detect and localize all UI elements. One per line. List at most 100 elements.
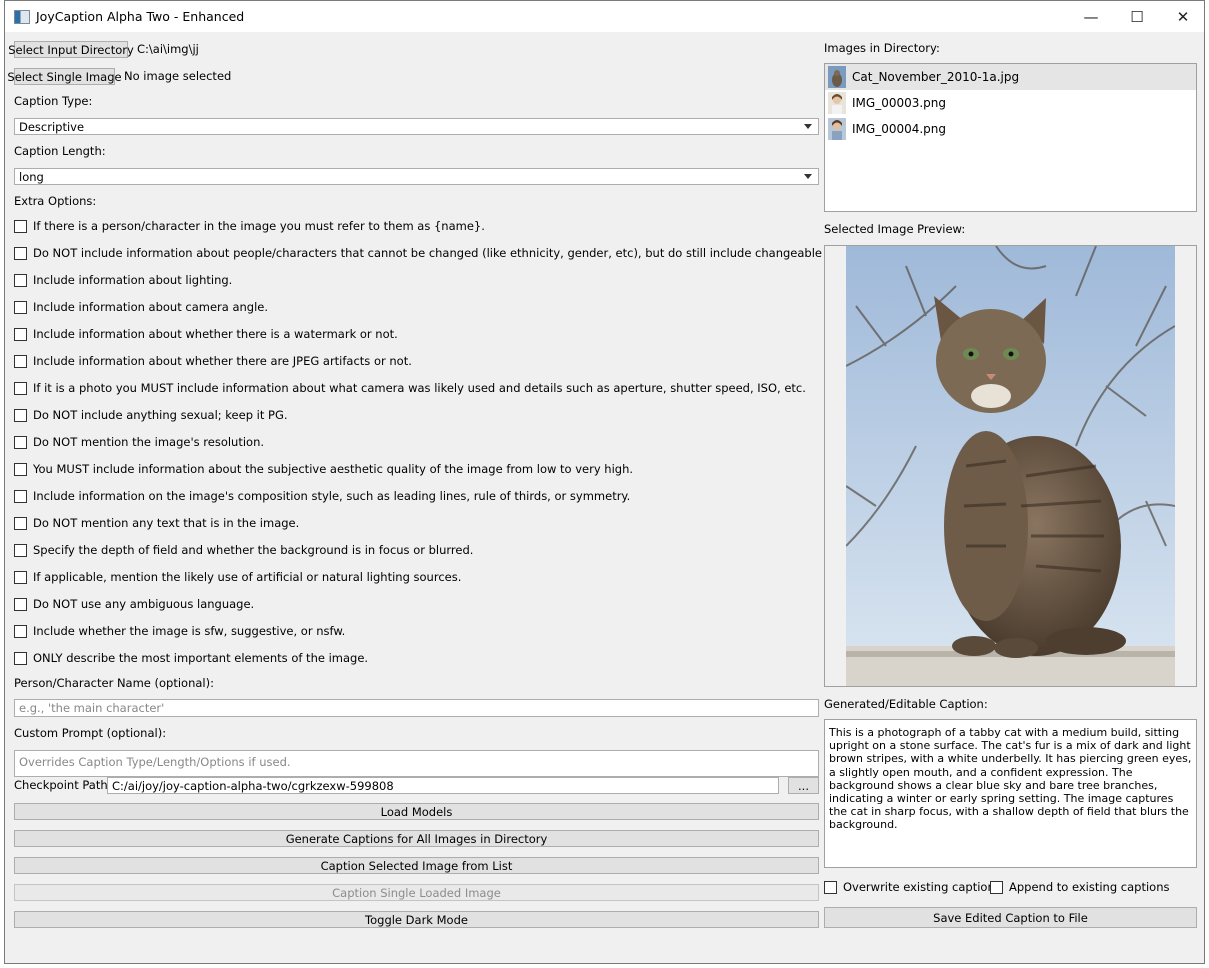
checkbox[interactable] [14, 273, 27, 287]
extra-option-12[interactable]: Specify the depth of field and whether t… [14, 541, 473, 559]
list-item[interactable]: IMG_00003.png [825, 90, 1196, 116]
minimize-icon[interactable]: — [1068, 1, 1114, 32]
app-window: JoyCaption Alpha Two - Enhanced — ☐ ✕ Se… [4, 0, 1205, 964]
caption-type-label: Caption Type: [14, 94, 93, 108]
toggle-dark-mode-button[interactable]: Toggle Dark Mode [14, 911, 819, 928]
maximize-icon[interactable]: ☐ [1114, 1, 1160, 32]
chevron-down-icon [804, 124, 812, 129]
extra-option-11[interactable]: Do NOT mention any text that is in the i… [14, 514, 299, 532]
caption-length-label: Caption Length: [14, 144, 106, 158]
caption-type-select[interactable]: Descriptive [14, 118, 819, 135]
option-label: If there is a person/character in the im… [33, 219, 485, 233]
browse-checkpoint-button[interactable]: ... [788, 777, 819, 794]
extra-option-15[interactable]: Include whether the image is sfw, sugges… [14, 622, 345, 640]
extra-option-0[interactable]: If there is a person/character in the im… [14, 217, 485, 235]
image-file-list[interactable]: Cat_November_2010-1a.jpg IMG_00003.png I… [824, 63, 1197, 212]
caption-selected-image-button[interactable]: Caption Selected Image from List [14, 857, 819, 874]
caption-single-image-button[interactable]: Caption Single Loaded Image [14, 884, 819, 901]
extra-option-13[interactable]: If applicable, mention the likely use of… [14, 568, 461, 586]
checkbox[interactable] [14, 354, 27, 368]
extra-option-4[interactable]: Include information about whether there … [14, 325, 398, 343]
overwrite-label: Overwrite existing captions [843, 880, 1001, 894]
select-single-image-button[interactable]: Select Single Image [7, 68, 122, 85]
extra-option-2[interactable]: Include information about lighting. [14, 271, 232, 289]
checkbox[interactable] [14, 543, 27, 557]
title-bar[interactable]: JoyCaption Alpha Two - Enhanced — ☐ ✕ [5, 1, 1204, 32]
close-icon[interactable]: ✕ [1160, 1, 1206, 32]
caption-textarea[interactable]: This is a photograph of a tabby cat with… [824, 719, 1197, 868]
option-label: Include information on the image's compo… [33, 489, 631, 503]
option-label: If it is a photo you MUST include inform… [33, 381, 806, 395]
caption-length-select[interactable]: long [14, 168, 819, 185]
checkbox[interactable] [14, 300, 27, 314]
file-name: IMG_00004.png [852, 122, 947, 136]
checkpoint-path-input[interactable]: C:/ai/joy/joy-caption-alpha-two/cgrkzexw… [107, 777, 779, 794]
extra-option-7[interactable]: Do NOT include anything sexual; keep it … [14, 406, 288, 424]
checkbox[interactable] [14, 435, 27, 449]
person-name-input[interactable]: e.g., 'the main character' [14, 699, 819, 717]
caption-length-value: long [19, 169, 44, 184]
list-item[interactable]: IMG_00004.png [825, 116, 1196, 142]
extra-option-9[interactable]: You MUST include information about the s… [14, 460, 633, 478]
checkbox[interactable] [14, 651, 27, 665]
app-icon [14, 9, 30, 24]
option-label: Include information about camera angle. [33, 300, 269, 314]
image-preview [824, 245, 1197, 687]
overwrite-captions-option[interactable]: Overwrite existing captions [824, 878, 1001, 896]
extra-option-10[interactable]: Include information on the image's compo… [14, 487, 630, 505]
images-in-directory-label: Images in Directory: [824, 41, 940, 55]
checkbox[interactable] [14, 327, 27, 341]
option-label: Do NOT mention the image's resolution. [33, 435, 265, 449]
extra-option-6[interactable]: If it is a photo you MUST include inform… [14, 379, 806, 397]
checkbox[interactable] [990, 880, 1003, 894]
extra-option-16[interactable]: ONLY describe the most important element… [14, 649, 368, 667]
custom-prompt-input[interactable]: Overrides Caption Type/Length/Options if… [14, 750, 819, 777]
caption-type-value: Descriptive [19, 119, 85, 134]
checkpoint-path-value: C:/ai/joy/joy-caption-alpha-two/cgrkzexw… [112, 778, 394, 793]
append-label: Append to existing captions [1009, 880, 1170, 894]
portrait-thumbnail-icon [828, 118, 846, 140]
input-directory-path: C:\ai\img\jj [137, 42, 199, 56]
checkpoint-path-label: Checkpoint Path: [14, 778, 112, 792]
portrait-thumbnail-icon [828, 92, 846, 114]
checkbox[interactable] [14, 489, 27, 503]
checkbox[interactable] [14, 246, 27, 260]
option-label: Specify the depth of field and whether t… [33, 543, 474, 557]
cat-thumbnail-icon [828, 66, 846, 88]
generate-all-captions-button[interactable]: Generate Captions for All Images in Dire… [14, 830, 819, 847]
checkbox[interactable] [824, 880, 837, 894]
extra-option-5[interactable]: Include information about whether there … [14, 352, 412, 370]
extra-option-14[interactable]: Do NOT use any ambiguous language. [14, 595, 254, 613]
extra-options-label: Extra Options: [14, 194, 97, 208]
caption-label: Generated/Editable Caption: [824, 697, 988, 711]
option-label: Include information about whether there … [33, 327, 398, 341]
window-title: JoyCaption Alpha Two - Enhanced [36, 9, 245, 24]
checkbox[interactable] [14, 570, 27, 584]
custom-prompt-placeholder: Overrides Caption Type/Length/Options if… [19, 755, 291, 769]
option-label: Include whether the image is sfw, sugges… [33, 624, 346, 638]
save-caption-button[interactable]: Save Edited Caption to File [824, 907, 1197, 928]
extra-option-3[interactable]: Include information about camera angle. [14, 298, 268, 316]
list-item[interactable]: Cat_November_2010-1a.jpg [825, 64, 1196, 90]
option-label: ONLY describe the most important element… [33, 651, 369, 665]
load-models-button[interactable]: Load Models [14, 803, 819, 820]
checkbox[interactable] [14, 408, 27, 422]
custom-prompt-label: Custom Prompt (optional): [14, 726, 167, 740]
select-input-directory-button[interactable]: Select Input Directory [8, 41, 134, 58]
chevron-down-icon [804, 174, 812, 179]
extra-option-8[interactable]: Do NOT mention the image's resolution. [14, 433, 264, 451]
option-label: Do NOT include anything sexual; keep it … [33, 408, 288, 422]
checkbox[interactable] [14, 381, 27, 395]
person-name-label: Person/Character Name (optional): [14, 676, 214, 690]
append-captions-option[interactable]: Append to existing captions [990, 878, 1170, 896]
checkbox[interactable] [14, 597, 27, 611]
checkbox[interactable] [14, 624, 27, 638]
option-label: Include information about whether there … [33, 354, 412, 368]
selected-image-preview-label: Selected Image Preview: [824, 222, 966, 236]
option-label: Do NOT use any ambiguous language. [33, 597, 255, 611]
checkbox[interactable] [14, 219, 27, 233]
checkbox[interactable] [14, 516, 27, 530]
file-name: IMG_00003.png [852, 96, 947, 110]
checkbox[interactable] [14, 462, 27, 476]
single-image-status: No image selected [124, 69, 232, 83]
